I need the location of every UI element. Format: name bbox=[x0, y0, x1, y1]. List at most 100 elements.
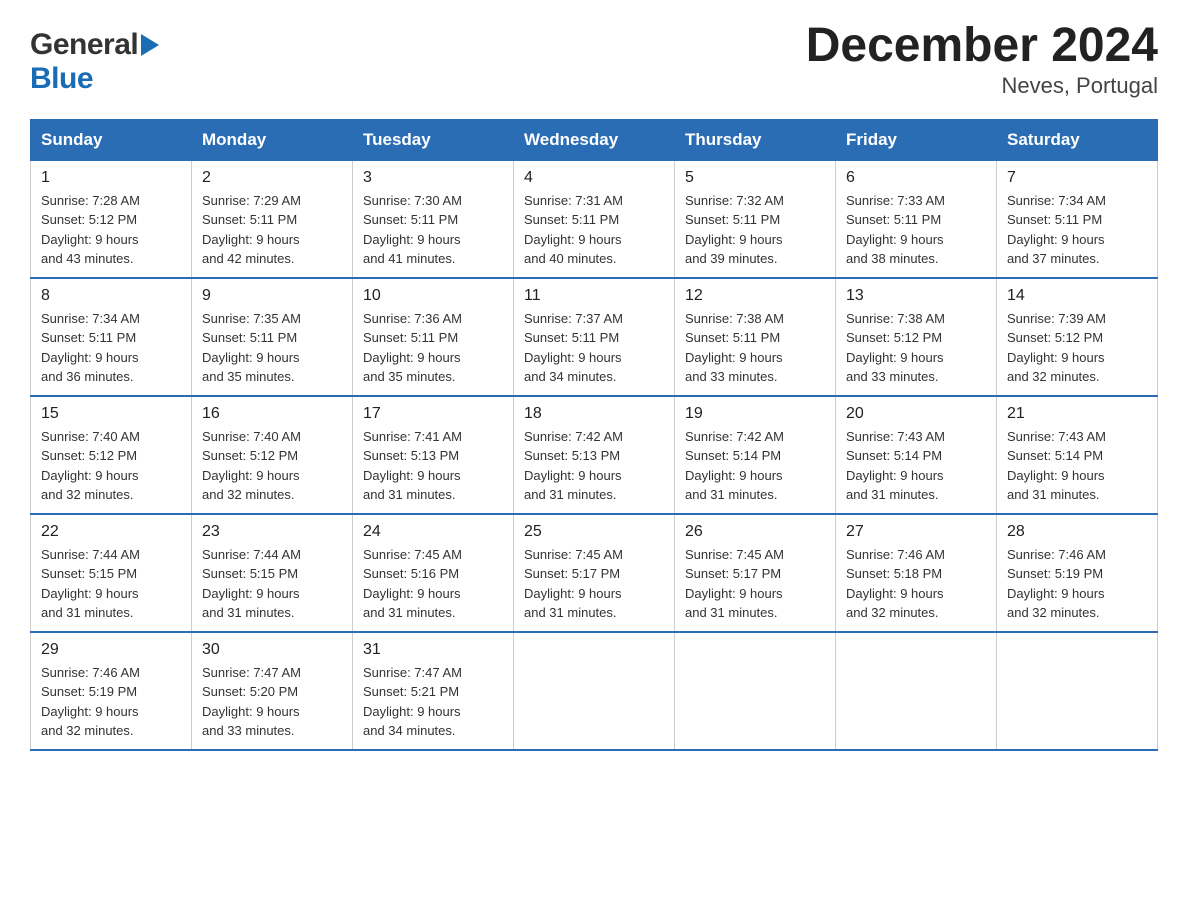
day-info: Sunrise: 7:36 AM Sunset: 5:11 PM Dayligh… bbox=[363, 309, 503, 387]
day-number: 28 bbox=[1007, 523, 1147, 541]
calendar-week-row: 8 Sunrise: 7:34 AM Sunset: 5:11 PM Dayli… bbox=[31, 278, 1158, 396]
day-info: Sunrise: 7:45 AM Sunset: 5:16 PM Dayligh… bbox=[363, 545, 503, 623]
day-info: Sunrise: 7:45 AM Sunset: 5:17 PM Dayligh… bbox=[685, 545, 825, 623]
day-info: Sunrise: 7:40 AM Sunset: 5:12 PM Dayligh… bbox=[41, 427, 181, 505]
day-number: 15 bbox=[41, 405, 181, 423]
day-info: Sunrise: 7:37 AM Sunset: 5:11 PM Dayligh… bbox=[524, 309, 664, 387]
calendar-cell: 28 Sunrise: 7:46 AM Sunset: 5:19 PM Dayl… bbox=[997, 514, 1158, 632]
calendar-cell: 22 Sunrise: 7:44 AM Sunset: 5:15 PM Dayl… bbox=[31, 514, 192, 632]
calendar-cell: 7 Sunrise: 7:34 AM Sunset: 5:11 PM Dayli… bbox=[997, 160, 1158, 278]
page-header: General Blue December 2024 Neves, Portug… bbox=[30, 20, 1158, 99]
day-number: 1 bbox=[41, 169, 181, 187]
day-number: 9 bbox=[202, 287, 342, 305]
calendar-cell: 31 Sunrise: 7:47 AM Sunset: 5:21 PM Dayl… bbox=[353, 632, 514, 750]
day-number: 10 bbox=[363, 287, 503, 305]
day-info: Sunrise: 7:29 AM Sunset: 5:11 PM Dayligh… bbox=[202, 191, 342, 269]
day-number: 20 bbox=[846, 405, 986, 423]
day-info: Sunrise: 7:38 AM Sunset: 5:11 PM Dayligh… bbox=[685, 309, 825, 387]
day-number: 30 bbox=[202, 641, 342, 659]
day-info: Sunrise: 7:47 AM Sunset: 5:20 PM Dayligh… bbox=[202, 663, 342, 741]
day-number: 8 bbox=[41, 287, 181, 305]
title-block: December 2024 Neves, Portugal bbox=[806, 20, 1158, 99]
calendar-cell: 6 Sunrise: 7:33 AM Sunset: 5:11 PM Dayli… bbox=[836, 160, 997, 278]
logo-triangle-icon bbox=[141, 34, 159, 56]
calendar-cell: 27 Sunrise: 7:46 AM Sunset: 5:18 PM Dayl… bbox=[836, 514, 997, 632]
day-number: 5 bbox=[685, 169, 825, 187]
calendar-cell: 18 Sunrise: 7:42 AM Sunset: 5:13 PM Dayl… bbox=[514, 396, 675, 514]
day-number: 2 bbox=[202, 169, 342, 187]
calendar-cell: 5 Sunrise: 7:32 AM Sunset: 5:11 PM Dayli… bbox=[675, 160, 836, 278]
day-number: 22 bbox=[41, 523, 181, 541]
calendar-cell: 25 Sunrise: 7:45 AM Sunset: 5:17 PM Dayl… bbox=[514, 514, 675, 632]
day-info: Sunrise: 7:45 AM Sunset: 5:17 PM Dayligh… bbox=[524, 545, 664, 623]
day-number: 7 bbox=[1007, 169, 1147, 187]
day-info: Sunrise: 7:31 AM Sunset: 5:11 PM Dayligh… bbox=[524, 191, 664, 269]
calendar-cell: 4 Sunrise: 7:31 AM Sunset: 5:11 PM Dayli… bbox=[514, 160, 675, 278]
day-info: Sunrise: 7:32 AM Sunset: 5:11 PM Dayligh… bbox=[685, 191, 825, 269]
col-header-wednesday: Wednesday bbox=[514, 119, 675, 160]
day-number: 4 bbox=[524, 169, 664, 187]
day-info: Sunrise: 7:43 AM Sunset: 5:14 PM Dayligh… bbox=[1007, 427, 1147, 505]
day-number: 27 bbox=[846, 523, 986, 541]
calendar-week-row: 1 Sunrise: 7:28 AM Sunset: 5:12 PM Dayli… bbox=[31, 160, 1158, 278]
day-number: 25 bbox=[524, 523, 664, 541]
day-number: 23 bbox=[202, 523, 342, 541]
calendar-cell: 17 Sunrise: 7:41 AM Sunset: 5:13 PM Dayl… bbox=[353, 396, 514, 514]
day-info: Sunrise: 7:33 AM Sunset: 5:11 PM Dayligh… bbox=[846, 191, 986, 269]
col-header-monday: Monday bbox=[192, 119, 353, 160]
calendar-cell: 9 Sunrise: 7:35 AM Sunset: 5:11 PM Dayli… bbox=[192, 278, 353, 396]
col-header-friday: Friday bbox=[836, 119, 997, 160]
day-info: Sunrise: 7:44 AM Sunset: 5:15 PM Dayligh… bbox=[41, 545, 181, 623]
calendar-cell: 23 Sunrise: 7:44 AM Sunset: 5:15 PM Dayl… bbox=[192, 514, 353, 632]
logo: General Blue bbox=[30, 20, 159, 96]
calendar-cell: 30 Sunrise: 7:47 AM Sunset: 5:20 PM Dayl… bbox=[192, 632, 353, 750]
col-header-sunday: Sunday bbox=[31, 119, 192, 160]
calendar-week-row: 15 Sunrise: 7:40 AM Sunset: 5:12 PM Dayl… bbox=[31, 396, 1158, 514]
day-number: 6 bbox=[846, 169, 986, 187]
day-number: 13 bbox=[846, 287, 986, 305]
calendar-cell: 2 Sunrise: 7:29 AM Sunset: 5:11 PM Dayli… bbox=[192, 160, 353, 278]
logo-blue-text: Blue bbox=[30, 62, 93, 95]
calendar-cell: 16 Sunrise: 7:40 AM Sunset: 5:12 PM Dayl… bbox=[192, 396, 353, 514]
logo-general-text: General bbox=[30, 28, 138, 62]
day-number: 31 bbox=[363, 641, 503, 659]
day-info: Sunrise: 7:42 AM Sunset: 5:14 PM Dayligh… bbox=[685, 427, 825, 505]
col-header-tuesday: Tuesday bbox=[353, 119, 514, 160]
day-info: Sunrise: 7:41 AM Sunset: 5:13 PM Dayligh… bbox=[363, 427, 503, 505]
day-info: Sunrise: 7:46 AM Sunset: 5:19 PM Dayligh… bbox=[1007, 545, 1147, 623]
day-info: Sunrise: 7:42 AM Sunset: 5:13 PM Dayligh… bbox=[524, 427, 664, 505]
calendar-cell: 26 Sunrise: 7:45 AM Sunset: 5:17 PM Dayl… bbox=[675, 514, 836, 632]
calendar-week-row: 29 Sunrise: 7:46 AM Sunset: 5:19 PM Dayl… bbox=[31, 632, 1158, 750]
day-info: Sunrise: 7:47 AM Sunset: 5:21 PM Dayligh… bbox=[363, 663, 503, 741]
calendar-week-row: 22 Sunrise: 7:44 AM Sunset: 5:15 PM Dayl… bbox=[31, 514, 1158, 632]
calendar-cell: 1 Sunrise: 7:28 AM Sunset: 5:12 PM Dayli… bbox=[31, 160, 192, 278]
calendar-cell: 24 Sunrise: 7:45 AM Sunset: 5:16 PM Dayl… bbox=[353, 514, 514, 632]
calendar-cell: 10 Sunrise: 7:36 AM Sunset: 5:11 PM Dayl… bbox=[353, 278, 514, 396]
calendar-cell: 13 Sunrise: 7:38 AM Sunset: 5:12 PM Dayl… bbox=[836, 278, 997, 396]
day-number: 3 bbox=[363, 169, 503, 187]
day-info: Sunrise: 7:34 AM Sunset: 5:11 PM Dayligh… bbox=[41, 309, 181, 387]
calendar-cell: 3 Sunrise: 7:30 AM Sunset: 5:11 PM Dayli… bbox=[353, 160, 514, 278]
calendar-cell: 8 Sunrise: 7:34 AM Sunset: 5:11 PM Dayli… bbox=[31, 278, 192, 396]
day-info: Sunrise: 7:28 AM Sunset: 5:12 PM Dayligh… bbox=[41, 191, 181, 269]
day-number: 19 bbox=[685, 405, 825, 423]
calendar-cell bbox=[997, 632, 1158, 750]
day-info: Sunrise: 7:44 AM Sunset: 5:15 PM Dayligh… bbox=[202, 545, 342, 623]
day-number: 24 bbox=[363, 523, 503, 541]
day-info: Sunrise: 7:40 AM Sunset: 5:12 PM Dayligh… bbox=[202, 427, 342, 505]
calendar-cell: 29 Sunrise: 7:46 AM Sunset: 5:19 PM Dayl… bbox=[31, 632, 192, 750]
day-info: Sunrise: 7:38 AM Sunset: 5:12 PM Dayligh… bbox=[846, 309, 986, 387]
calendar-cell: 15 Sunrise: 7:40 AM Sunset: 5:12 PM Dayl… bbox=[31, 396, 192, 514]
calendar-cell: 14 Sunrise: 7:39 AM Sunset: 5:12 PM Dayl… bbox=[997, 278, 1158, 396]
day-number: 26 bbox=[685, 523, 825, 541]
day-number: 11 bbox=[524, 287, 664, 305]
day-number: 18 bbox=[524, 405, 664, 423]
day-info: Sunrise: 7:39 AM Sunset: 5:12 PM Dayligh… bbox=[1007, 309, 1147, 387]
day-number: 17 bbox=[363, 405, 503, 423]
calendar-cell: 20 Sunrise: 7:43 AM Sunset: 5:14 PM Dayl… bbox=[836, 396, 997, 514]
calendar-table: SundayMondayTuesdayWednesdayThursdayFrid… bbox=[30, 119, 1158, 751]
day-number: 21 bbox=[1007, 405, 1147, 423]
day-number: 14 bbox=[1007, 287, 1147, 305]
day-info: Sunrise: 7:46 AM Sunset: 5:18 PM Dayligh… bbox=[846, 545, 986, 623]
day-info: Sunrise: 7:43 AM Sunset: 5:14 PM Dayligh… bbox=[846, 427, 986, 505]
